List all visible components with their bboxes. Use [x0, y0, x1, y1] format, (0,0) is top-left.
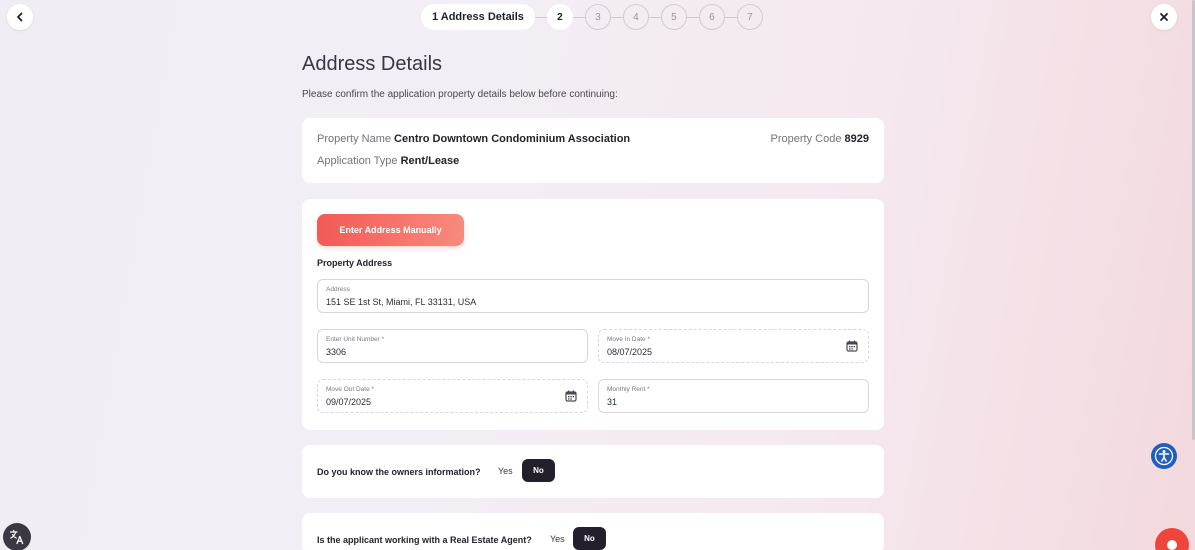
property-name-label: Property Name [317, 133, 391, 145]
translate-icon [9, 529, 24, 545]
property-address-heading: Property Address [317, 258, 393, 268]
chevron-left-icon [17, 12, 23, 22]
property-code-label: Property Code [770, 133, 842, 145]
monthly-rent-label: Monthly Rent * [607, 386, 650, 393]
move-in-date-label: Move In Date * [607, 336, 650, 343]
chat-icon [1167, 540, 1177, 550]
owners-question-text: Do you know the owners information? [317, 467, 481, 477]
step-connector [610, 16, 623, 18]
enter-address-manually-button[interactable]: Enter Address Manually [317, 214, 464, 246]
property-code-value: 8929 [844, 133, 869, 145]
step-5[interactable]: 5 [660, 4, 687, 30]
back-button[interactable] [7, 4, 33, 30]
move-out-date-field[interactable]: Move Out Date * 09/07/2025 [317, 379, 588, 413]
unit-number-value: 3306 [326, 347, 347, 357]
unit-number-field[interactable]: Enter Unit Number * 3306 [317, 329, 588, 363]
agent-question-text: Is the applicant working with a Real Est… [317, 535, 532, 545]
step-connector [534, 16, 547, 18]
move-in-date-field[interactable]: Move In Date * 08/07/2025 [598, 329, 869, 363]
close-icon [1160, 13, 1168, 21]
unit-number-label: Enter Unit Number * [326, 336, 385, 343]
chat-button[interactable] [1155, 528, 1189, 550]
agent-question-card: Is the applicant working with a Real Est… [302, 513, 884, 550]
page-subtitle: Please confirm the application property … [302, 89, 618, 100]
accessibility-button[interactable] [1151, 443, 1177, 469]
owners-no-button[interactable]: No [522, 459, 555, 482]
address-label: Address [326, 286, 350, 293]
application-type-row: Application Type Rent/Lease [317, 155, 459, 167]
property-code-row: Property Code 8929 [771, 133, 869, 145]
step-4[interactable]: 4 [622, 4, 649, 30]
accessibility-icon [1154, 446, 1174, 466]
property-name-row: Property Name Centro Downtown Condominiu… [317, 133, 630, 145]
page-title: Address Details [302, 53, 443, 75]
monthly-rent-field[interactable]: Monthly Rent * 31 [598, 379, 869, 413]
owners-yes-option[interactable]: Yes [498, 466, 513, 476]
calendar-icon[interactable] [846, 340, 858, 352]
address-form-card: Enter Address Manually Property Address … [302, 199, 884, 430]
translate-button[interactable] [3, 523, 31, 550]
calendar-icon[interactable] [565, 390, 577, 402]
close-button[interactable] [1151, 4, 1177, 30]
step-connector [572, 16, 585, 18]
move-in-date-value: 08/07/2025 [607, 347, 653, 357]
property-name-value: Centro Downtown Condominium Association [394, 133, 631, 145]
monthly-rent-value: 31 [607, 397, 618, 407]
step-1-active[interactable]: 1 Address Details [421, 4, 535, 30]
application-type-label: Application Type [317, 155, 398, 167]
step-2[interactable]: 2 [546, 4, 573, 30]
application-type-value: Rent/Lease [400, 155, 460, 167]
address-field[interactable]: Address 151 SE 1st St, Miami, FL 33131, … [317, 279, 869, 313]
step-3[interactable]: 3 [584, 4, 611, 30]
property-summary-card: Property Name Centro Downtown Condominiu… [302, 118, 884, 183]
agent-yes-option[interactable]: Yes [550, 534, 565, 544]
step-7[interactable]: 7 [736, 4, 763, 30]
progress-stepper: 1 Address Details 2 3 4 5 6 7 [421, 3, 763, 31]
move-out-date-label: Move Out Date * [326, 386, 375, 393]
step-6[interactable]: 6 [698, 4, 725, 30]
owners-question-card: Do you know the owners information? Yes … [302, 445, 884, 498]
move-out-date-value: 09/07/2025 [326, 397, 372, 407]
step-connector [686, 16, 699, 18]
step-connector [724, 16, 737, 18]
address-value: 151 SE 1st St, Miami, FL 33131, USA [326, 297, 477, 307]
step-connector [648, 16, 661, 18]
agent-no-button[interactable]: No [573, 527, 606, 550]
